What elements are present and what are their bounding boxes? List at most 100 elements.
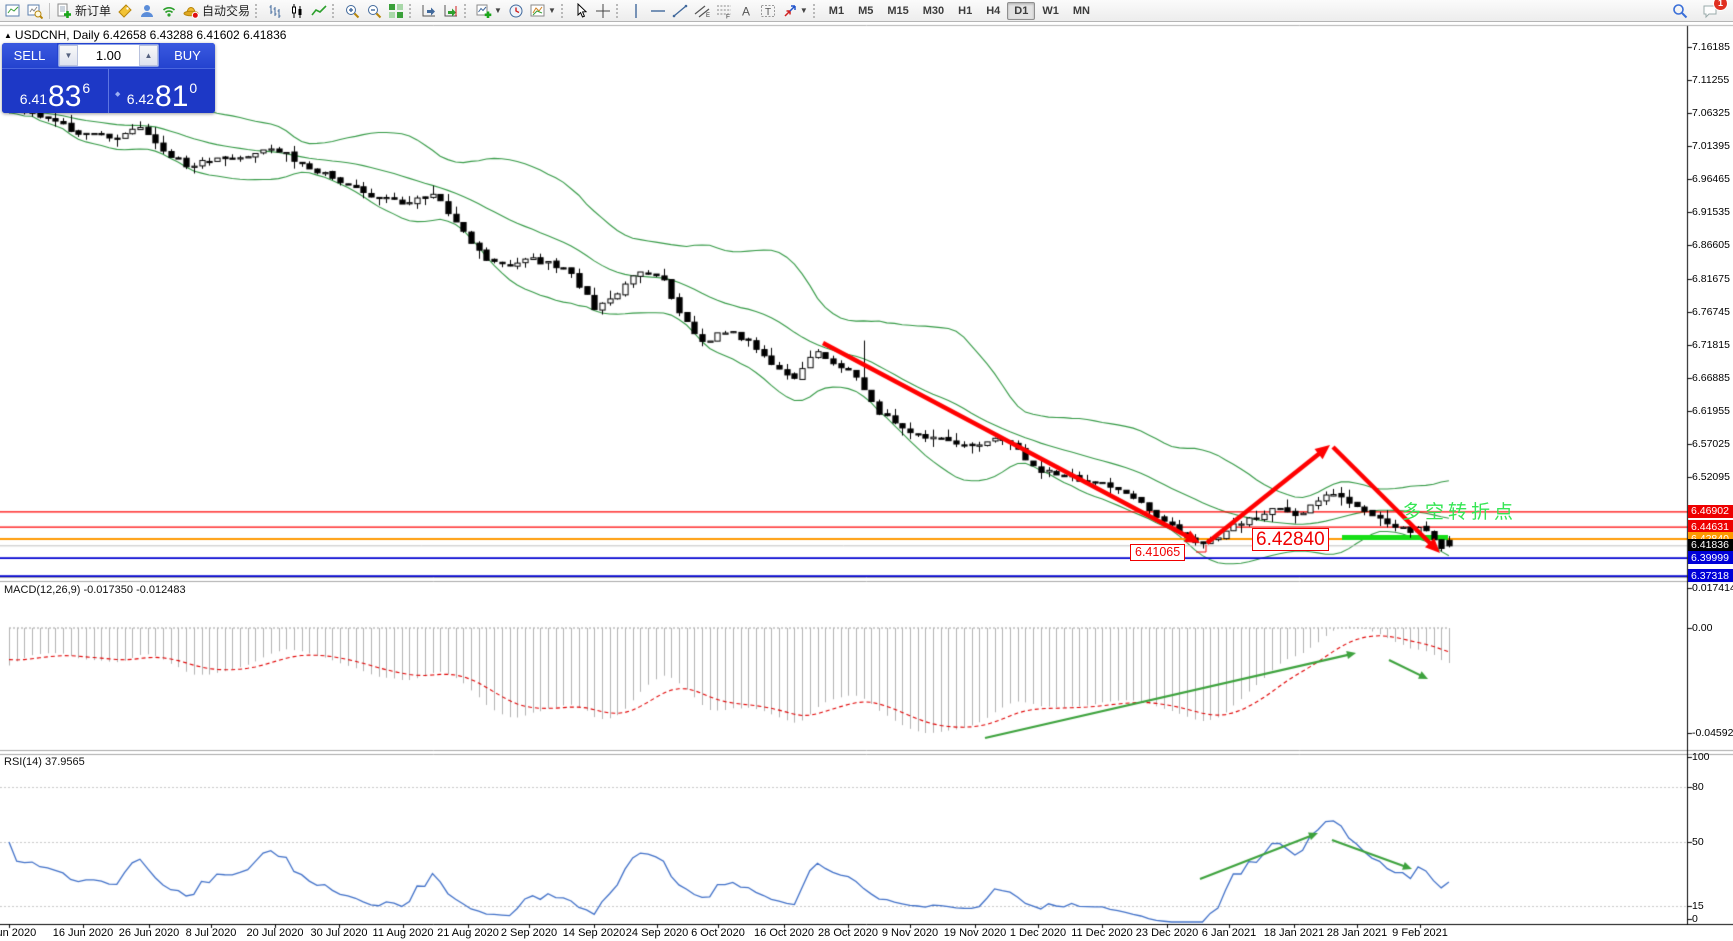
community-person-icon xyxy=(139,3,155,19)
sell-button[interactable]: SELL xyxy=(2,43,57,68)
notifications-button[interactable]: 1 xyxy=(1699,1,1721,21)
buy-price-prefix: 6.42 xyxy=(127,91,154,107)
sell-price[interactable]: 6.41 83 6 xyxy=(2,69,109,113)
price-axis-label: 7.06325 xyxy=(1692,107,1730,119)
templates-icon xyxy=(530,3,546,19)
date-axis-label: 30 Jul 2020 xyxy=(311,927,368,939)
price-tag: 6.37318 xyxy=(1688,569,1733,582)
date-axis-label: 2 Sep 2020 xyxy=(501,927,557,939)
tab-timeframe-mn[interactable]: MN xyxy=(1066,2,1097,20)
notification-badge: 1 xyxy=(1713,0,1728,11)
profiles-icon xyxy=(27,3,43,19)
date-axis-label: 14 Sep 2020 xyxy=(563,927,625,939)
tab-timeframe-d1[interactable]: D1 xyxy=(1007,2,1035,20)
chart-symbol-title: ▲USDCNH, Daily 6.42658 6.43288 6.41602 6… xyxy=(4,28,286,42)
main-toolbar: 新订单 自动交易 xyxy=(0,0,1733,22)
search-button[interactable] xyxy=(1669,1,1691,21)
signal-button[interactable] xyxy=(158,1,180,21)
buy-price[interactable]: ◆ 6.42 81 0 xyxy=(109,69,215,113)
tab-timeframe-m1[interactable]: M1 xyxy=(822,2,851,20)
line-chart-button[interactable] xyxy=(308,1,330,21)
auto-scroll-button[interactable] xyxy=(440,1,462,21)
rsi-axis-label: 80 xyxy=(1692,781,1704,793)
date-axis-label: 9 Nov 2020 xyxy=(882,927,938,939)
wifi-signal-icon xyxy=(161,3,177,19)
price-axis-label: 6.96465 xyxy=(1692,173,1730,185)
rsi-axis-label: 0 xyxy=(1692,913,1698,925)
date-axis-label: 19 Nov 2020 xyxy=(944,927,1006,939)
chart-shift-icon xyxy=(421,3,437,19)
buy-price-pip: 0 xyxy=(189,80,197,96)
channel-button[interactable]: E xyxy=(691,1,713,21)
clock-icon xyxy=(508,3,524,19)
date-axis-label: 16 Jun 2020 xyxy=(53,927,114,939)
date-axis-label: 28 Oct 2020 xyxy=(818,927,878,939)
zoom-out-button[interactable] xyxy=(363,1,385,21)
templates-button[interactable]: ▼ xyxy=(527,1,559,21)
date-axis-label: 11 Aug 2020 xyxy=(373,927,434,939)
candlestick-chart-button[interactable] xyxy=(286,1,308,21)
macd-pane-label: MACD(12,26,9) -0.017350 -0.012483 xyxy=(4,584,186,596)
rsi-pane-label: RSI(14) 37.9565 xyxy=(4,756,85,768)
new-order-button[interactable]: 新订单 xyxy=(53,1,114,21)
fibonacci-button[interactable]: F xyxy=(713,1,735,21)
tab-timeframe-m15[interactable]: M15 xyxy=(880,2,915,20)
text-label-button[interactable]: T xyxy=(757,1,779,21)
chart-shift-button[interactable] xyxy=(418,1,440,21)
trendline-icon xyxy=(672,3,688,19)
toolbar-grip xyxy=(409,4,414,18)
sell-price-main: 83 xyxy=(48,84,81,110)
volume-value[interactable]: 1.00 xyxy=(78,45,139,66)
autotrading-label: 自动交易 xyxy=(202,2,250,19)
horizontal-line-button[interactable] xyxy=(647,1,669,21)
price-axis-label: 6.81675 xyxy=(1692,273,1730,285)
zoom-in-button[interactable] xyxy=(341,1,363,21)
auto-scroll-icon xyxy=(443,3,459,19)
one-click-trading-panel: SELL ▼ 1.00 ▲ BUY 6.41 83 6 ◆ 6.42 81 0 xyxy=(2,43,215,113)
profiles-button[interactable] xyxy=(24,1,46,21)
cursor-icon xyxy=(573,3,589,19)
volume-decrease-button[interactable]: ▼ xyxy=(59,45,78,66)
chart-title-text: USDCNH, Daily 6.42658 6.43288 6.41602 6.… xyxy=(15,28,287,42)
line-chart-icon xyxy=(311,3,327,19)
cursor-button[interactable] xyxy=(570,1,592,21)
indicators-button[interactable]: ▼ xyxy=(473,1,505,21)
svg-text:F: F xyxy=(726,13,730,19)
diamond-icon: ◆ xyxy=(115,90,120,98)
toolbar-grip xyxy=(332,4,337,18)
tab-timeframe-h1[interactable]: H1 xyxy=(951,2,979,20)
rsi-axis-label: 15 xyxy=(1692,900,1704,912)
date-axis-label: 26 Jun 2020 xyxy=(119,927,180,939)
tab-timeframe-m5[interactable]: M5 xyxy=(851,2,880,20)
new-chart-button[interactable] xyxy=(2,1,24,21)
tab-timeframe-m30[interactable]: M30 xyxy=(916,2,951,20)
tab-timeframe-h4[interactable]: H4 xyxy=(979,2,1007,20)
new-chart-icon xyxy=(5,3,21,19)
toolbar-grip xyxy=(616,4,621,18)
buy-button[interactable]: BUY xyxy=(160,43,215,68)
toolbar-grip xyxy=(464,4,469,18)
key-level-price-label: 6.42840 xyxy=(1252,528,1329,551)
bar-chart-icon xyxy=(267,3,283,19)
bar-chart-button[interactable] xyxy=(264,1,286,21)
date-axis-label: 6 Oct 2020 xyxy=(691,927,745,939)
arrows-button[interactable]: ▼ xyxy=(779,1,811,21)
community-button[interactable] xyxy=(136,1,158,21)
macd-axis-label: 0.00 xyxy=(1692,622,1712,634)
tab-timeframe-w1[interactable]: W1 xyxy=(1035,2,1066,20)
triangle-icon: ▲ xyxy=(4,31,12,40)
autotrading-button[interactable]: 自动交易 xyxy=(180,1,253,21)
new-order-icon xyxy=(56,3,72,19)
tile-windows-button[interactable] xyxy=(385,1,407,21)
metaeditor-button[interactable] xyxy=(114,1,136,21)
text-button[interactable]: A xyxy=(735,1,757,21)
periods-button[interactable] xyxy=(505,1,527,21)
toolbar-grip xyxy=(255,4,260,18)
chart-canvas[interactable] xyxy=(0,0,1733,941)
trendline-button[interactable] xyxy=(669,1,691,21)
volume-increase-button[interactable]: ▲ xyxy=(139,45,158,66)
date-axis-label: 5 Jun 2020 xyxy=(0,927,36,939)
crosshair-button[interactable] xyxy=(592,1,614,21)
vertical-line-button[interactable] xyxy=(625,1,647,21)
price-axis-label: 7.11255 xyxy=(1692,74,1729,86)
